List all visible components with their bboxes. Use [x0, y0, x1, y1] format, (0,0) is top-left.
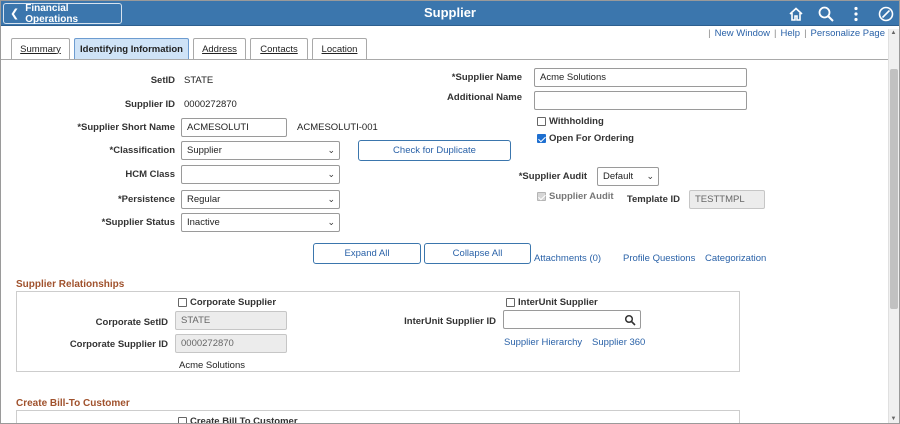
expand-all-button[interactable]: Expand All — [313, 243, 421, 264]
tab-identifying-information[interactable]: Identifying Information — [74, 38, 189, 59]
withholding-checkbox[interactable] — [537, 117, 546, 126]
chevron-down-icon: ⌄ — [327, 169, 335, 179]
interunit-supplier-label: InterUnit Supplier — [518, 297, 598, 308]
corporate-supplier-id-input[interactable]: 0000272870 — [175, 334, 287, 353]
chevron-down-icon: ⌄ — [327, 145, 335, 155]
supplier-short-name-input[interactable]: ACMESOLUTI — [181, 118, 287, 137]
check-for-duplicate-button[interactable]: Check for Duplicate — [358, 140, 511, 161]
supplier-audit-select[interactable]: Default ⌄ — [597, 167, 659, 186]
corporate-setid-input[interactable]: STATE — [175, 311, 287, 330]
tab-divider — [1, 59, 889, 60]
supplier-short-name-label: *Supplier Short Name — [77, 122, 175, 133]
interunit-supplier-checkbox[interactable] — [506, 298, 515, 307]
short-name-suffix: ACMESOLUTI-001 — [297, 122, 378, 133]
search-icon[interactable] — [624, 314, 636, 326]
chevron-left-icon: ❮ — [10, 8, 20, 20]
supplier-360-link[interactable]: Supplier 360 — [592, 337, 645, 348]
create-bill-to-customer-checkbox[interactable] — [178, 417, 187, 423]
home-icon[interactable] — [787, 5, 805, 23]
scroll-down-icon[interactable]: ▼ — [890, 416, 897, 422]
navbar-icon[interactable] — [877, 5, 895, 23]
corporate-supplier-id-label: Corporate Supplier ID — [69, 339, 168, 350]
withholding-label: Withholding — [549, 116, 604, 127]
setid-value: STATE — [184, 75, 214, 86]
scrollbar-thumb[interactable] — [890, 69, 898, 309]
more-vertical-icon[interactable] — [847, 5, 865, 23]
additional-name-label: Additional Name — [447, 92, 522, 103]
tab-contacts[interactable]: Contacts — [250, 38, 308, 59]
corporate-supplier-checkbox[interactable] — [178, 298, 187, 307]
hcm-class-select[interactable]: ⌄ — [181, 165, 340, 184]
supplier-id-value: 0000272870 — [184, 99, 237, 110]
page-title: Supplier — [423, 5, 476, 20]
help-link[interactable]: Help — [781, 28, 801, 39]
supplier-name-input[interactable]: Acme Solutions — [534, 68, 747, 87]
supplier-status-select[interactable]: Inactive ⌄ — [181, 213, 340, 232]
vertical-scrollbar[interactable]: ▲ ▼ — [888, 29, 899, 423]
open-for-ordering-label: Open For Ordering — [549, 133, 634, 144]
interunit-supplier-id-input[interactable] — [503, 310, 641, 329]
open-for-ordering-checkbox[interactable] — [537, 134, 546, 143]
new-window-link[interactable]: New Window — [715, 28, 770, 39]
tab-summary[interactable]: Summary — [11, 38, 70, 59]
template-id-label: Template ID — [626, 194, 680, 205]
interunit-supplier-id-label: InterUnit Supplier ID — [404, 316, 496, 327]
chevron-down-icon: ⌄ — [646, 171, 654, 181]
corporate-supplier-name: Acme Solutions — [179, 360, 246, 371]
persistence-select[interactable]: Regular ⌄ — [181, 190, 340, 209]
app-window: ❮ Financial Operations Supplier | New Win… — [0, 0, 900, 424]
search-icon[interactable] — [817, 5, 835, 23]
corporate-supplier-label: Corporate Supplier — [190, 297, 277, 308]
chevron-down-icon: ⌄ — [327, 217, 335, 227]
classification-select[interactable]: Supplier ⌄ — [181, 141, 340, 160]
categorization-link[interactable]: Categorization — [705, 253, 766, 264]
create-bill-to-customer-title: Create Bill-To Customer — [16, 398, 130, 409]
supplier-name-label: *Supplier Name — [451, 72, 522, 83]
supplier-audit-cb-label: Supplier Audit — [549, 191, 614, 202]
tab-location[interactable]: Location — [312, 38, 367, 59]
supplier-audit-checkbox[interactable] — [537, 192, 546, 201]
profile-questions-link[interactable]: Profile Questions — [623, 253, 695, 264]
template-id-input[interactable]: TESTTMPL — [689, 190, 765, 209]
collapse-all-button[interactable]: Collapse All — [424, 243, 531, 264]
persistence-label: *Persistence — [117, 194, 175, 205]
supplier-hierarchy-link[interactable]: Supplier Hierarchy — [504, 337, 582, 348]
scroll-up-icon[interactable]: ▲ — [890, 30, 897, 36]
classification-label: *Classification — [109, 145, 175, 156]
header-banner: ❮ Financial Operations Supplier — [1, 1, 899, 26]
supplier-relationships-title: Supplier Relationships — [16, 279, 125, 290]
back-button-label: Financial Operations — [25, 2, 79, 25]
page-links: | New Window | Help | Personalize Page — [708, 28, 885, 39]
supplier-status-label: *Supplier Status — [101, 217, 175, 228]
personalize-page-link[interactable]: Personalize Page — [811, 28, 885, 39]
setid-label: SetID — [150, 75, 175, 86]
chevron-down-icon: ⌄ — [327, 194, 335, 204]
tab-address[interactable]: Address — [193, 38, 246, 59]
attachments-link[interactable]: Attachments (0) — [534, 253, 601, 264]
back-button[interactable]: ❮ Financial Operations — [3, 2, 122, 25]
corporate-setid-label: Corporate SetID — [95, 317, 168, 328]
supplier-id-label: Supplier ID — [124, 99, 175, 110]
supplier-relationships-group — [16, 291, 740, 372]
hcm-class-label: HCM Class — [125, 169, 175, 180]
additional-name-input[interactable] — [534, 91, 747, 110]
supplier-audit-label: *Supplier Audit — [518, 171, 587, 182]
create-bill-to-customer-label: Create Bill To Customer — [190, 416, 298, 424]
create-bill-to-group — [16, 410, 740, 423]
